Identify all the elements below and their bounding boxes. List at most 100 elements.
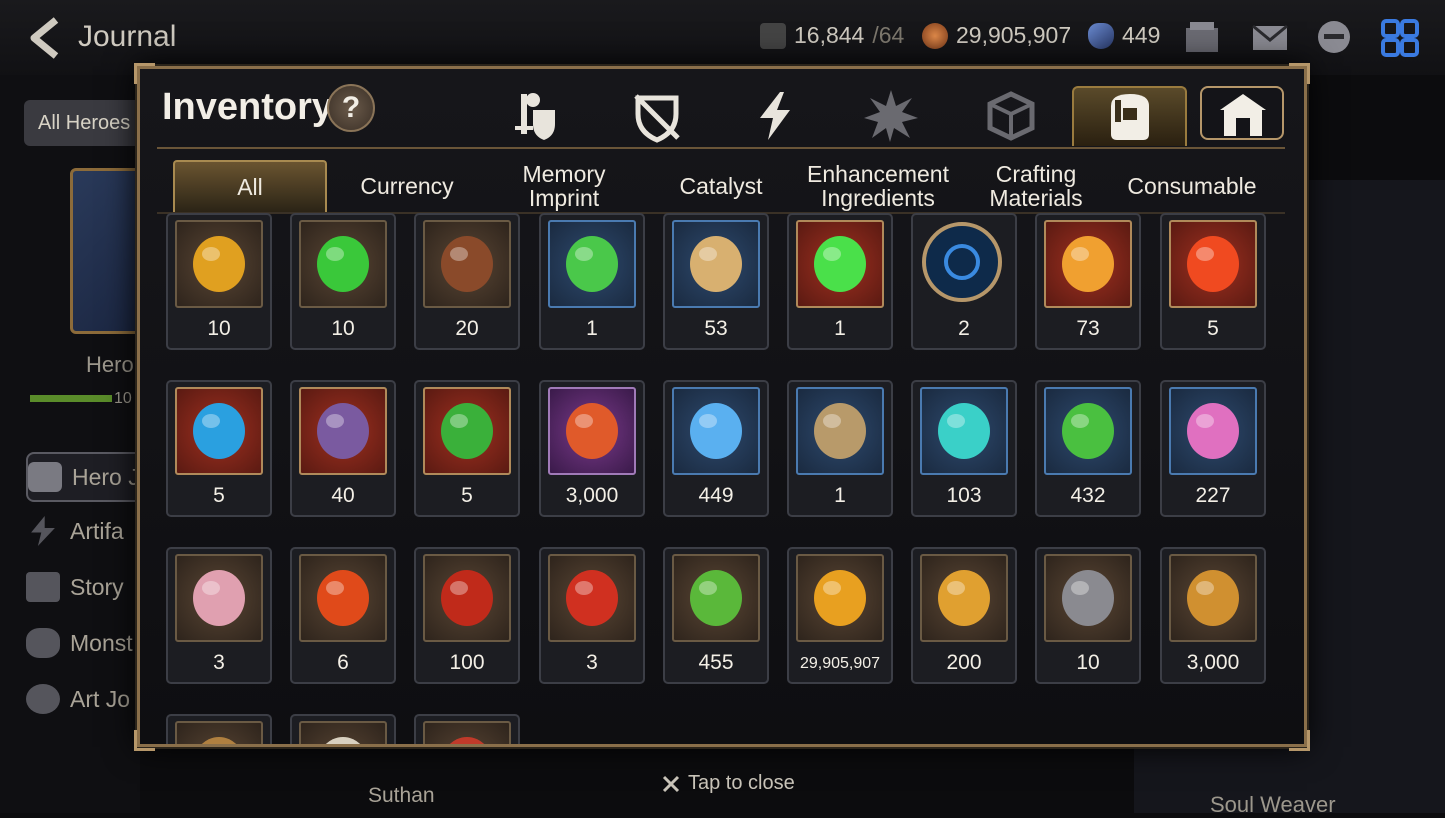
lightning-icon[interactable] [746,88,804,144]
inventory-item[interactable] [414,714,520,744]
item-count: 3 [586,651,598,674]
menu-artifact[interactable]: Artifa [26,508,146,554]
item-frame [796,554,884,642]
partial-item-icon [325,737,361,744]
inventory-item[interactable]: 5 [414,380,520,517]
subtab-currency[interactable]: Currency [332,160,482,212]
all-heroes-button[interactable]: All Heroes [24,100,154,146]
inventory-item[interactable]: 3 [166,547,272,684]
teal-crystal-icon [938,403,990,459]
skystone-display: 449 [1088,22,1160,49]
bag-icon[interactable] [1101,88,1159,144]
chat-icon[interactable] [1314,18,1354,58]
pink-crystals-icon [1187,403,1239,459]
cube-icon[interactable] [982,88,1040,144]
item-count: 1 [586,317,598,340]
hero-name-label: Suthan [368,784,435,807]
subtab-all[interactable]: All [173,160,327,212]
feather-branch-icon [690,236,742,292]
inventory-item[interactable]: 1 [539,213,645,350]
inventory-item[interactable]: 3 [539,547,645,684]
inventory-item[interactable]: 1 [787,213,893,350]
menu-label: Hero J [72,463,140,490]
dialog-corner [1289,730,1310,751]
menu-hero-journal[interactable]: Hero J [26,452,150,502]
inventory-item[interactable]: 3,000 [1160,547,1266,684]
inventory-item[interactable]: 20 [414,213,520,350]
inventory-item[interactable] [290,714,396,744]
subtab-consumable[interactable]: Consumable [1117,160,1267,212]
orange-crystal-icon [1062,236,1114,292]
green-orb-icon [814,236,866,292]
menu-art-journal[interactable]: Art Jo [26,676,146,722]
item-count: 5 [213,484,225,507]
subtab-label: Crafting Materials [989,161,1083,211]
inventory-item[interactable]: 29,905,907 [787,547,893,684]
tap-to-close-label: Tap to close [688,772,795,794]
fire-amulet-icon [1187,236,1239,292]
gold-display: 29,905,907 [922,22,1071,49]
menu-monster[interactable]: Monst [26,620,146,666]
item-count: 5 [1207,317,1219,340]
burst-icon[interactable] [862,88,920,144]
inventory-item[interactable]: 40 [290,380,396,517]
mail-icon[interactable] [1250,18,1290,58]
subtab-crafting-materials[interactable]: Crafting Materials [961,160,1111,212]
inventory-item[interactable] [166,714,272,744]
menu-label: Artifa [70,517,124,544]
menu-label: Monst [70,629,133,656]
inventory-item[interactable]: 3,000 [539,380,645,517]
gold-icon [922,22,948,49]
inventory-item[interactable]: 73 [1035,213,1141,350]
inventory-item[interactable]: 6 [290,547,396,684]
amber-gem-icon [193,236,245,292]
subtab-label: All [237,174,263,200]
equipment-icon[interactable] [507,88,565,144]
item-frame [1169,387,1257,475]
item-count: 3,000 [565,484,619,507]
inventory-item[interactable]: 5 [166,380,272,517]
tap-to-close[interactable]: Tap to close [662,772,795,795]
help-button[interactable]: ? [327,84,375,132]
shield-slash-icon[interactable] [628,88,686,144]
item-frame [299,554,387,642]
inventory-item[interactable]: 10 [1035,547,1141,684]
soul-weaver-label: Soul Weaver [1210,792,1336,817]
inventory-item[interactable]: 10 [166,213,272,350]
subtab-memory-imprint[interactable]: Memory Imprint [489,160,639,212]
item-frame [1044,554,1132,642]
item-frame [423,554,511,642]
menu-grid-icon[interactable] [1380,18,1420,58]
menu-story[interactable]: Story [26,564,146,610]
inventory-item[interactable]: 53 [663,213,769,350]
inventory-item[interactable]: 10 [290,213,396,350]
item-count: 227 [1195,484,1231,507]
stamina-icon [760,22,786,49]
inventory-item[interactable]: 5 [1160,213,1266,350]
skystone-icon [1088,22,1114,49]
inventory-item[interactable]: 1 [787,380,893,517]
subtab-enhancement-ingredients[interactable]: Enhancement Ingredients [803,160,953,212]
item-count: 449 [698,484,734,507]
inventory-item[interactable]: 103 [911,380,1017,517]
stone-box-icon [1062,570,1114,626]
key-icon [814,403,866,459]
inventory-item[interactable]: 227 [1160,380,1266,517]
inventory-item[interactable]: 2 [911,213,1017,350]
inventory-item[interactable]: 100 [414,547,520,684]
item-frame [175,220,263,308]
inventory-item[interactable]: 449 [663,380,769,517]
inventory-item[interactable]: 200 [911,547,1017,684]
close-icon [662,775,680,792]
hero-progress-bar [30,395,112,402]
item-frame [1169,554,1257,642]
inventory-item[interactable]: 432 [1035,380,1141,517]
scroll-icon [26,572,60,602]
subtab-catalyst[interactable]: Catalyst [646,160,796,212]
item-frame [672,554,760,642]
back-arrow-icon[interactable] [24,16,64,60]
storehouse-icon[interactable] [1214,88,1272,144]
shop-icon[interactable] [1182,18,1222,58]
inventory-item[interactable]: 455 [663,547,769,684]
item-count: 20 [455,317,479,340]
